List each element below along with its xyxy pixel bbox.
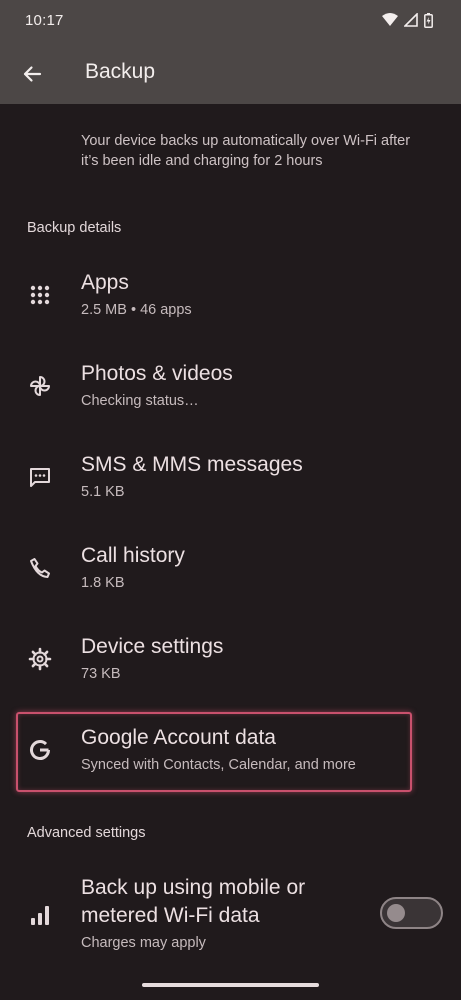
item-subtitle: 2.5 MB • 46 apps [81, 302, 192, 318]
apps-grid-icon [24, 279, 56, 311]
signal-bars-icon [24, 899, 56, 931]
backup-item-photos-videos[interactable]: Photos & videos Checking status… [0, 352, 461, 422]
backup-item-apps[interactable]: Apps 2.5 MB • 46 apps [0, 262, 461, 332]
google-icon [24, 734, 56, 766]
backup-item-sms-mms[interactable]: SMS & MMS messages 5.1 KB [0, 443, 461, 513]
status-time: 10:17 [25, 11, 64, 29]
mobile-data-toggle[interactable] [380, 897, 443, 929]
status-icons [382, 12, 433, 28]
item-subtitle: 73 KB [81, 666, 121, 682]
backup-item-call-history[interactable]: Call history 1.8 KB [0, 534, 461, 604]
item-subtitle: 5.1 KB [81, 484, 125, 500]
message-icon [24, 461, 56, 493]
battery-charging-icon [424, 12, 433, 28]
item-title: Apps [81, 271, 129, 294]
status-bar: 10:17 [0, 0, 461, 40]
toggle-knob [387, 904, 405, 922]
setting-subtitle: Charges may apply [81, 935, 206, 951]
item-title: Call history [81, 544, 185, 567]
item-subtitle: 1.8 KB [81, 575, 125, 591]
arrow-back-icon [23, 66, 42, 82]
pinwheel-icon [24, 370, 56, 402]
section-header-backup-details: Backup details [27, 220, 122, 236]
setting-title-line1: Back up using mobile or [81, 876, 306, 899]
back-button[interactable] [14, 56, 50, 92]
backup-item-device-settings[interactable]: Device settings 73 KB [0, 625, 461, 695]
section-header-advanced-settings: Advanced settings [27, 825, 146, 841]
gear-icon [24, 643, 56, 675]
item-title: Photos & videos [81, 362, 233, 385]
wifi-icon [382, 13, 398, 26]
page-title: Backup [85, 60, 156, 83]
setting-title-line2: metered Wi-Fi data [81, 904, 260, 927]
item-title: SMS & MMS messages [81, 453, 303, 476]
cell-signal-icon [404, 13, 418, 27]
backup-item-google-account-data[interactable]: Google Account data Synced with Contacts… [0, 716, 461, 786]
item-subtitle: Synced with Contacts, Calendar, and more [81, 757, 356, 773]
item-subtitle: Checking status… [81, 393, 199, 409]
top-app-bar: 10:17 Backup [0, 0, 461, 104]
phone-icon [24, 552, 56, 584]
backup-description: Your device backs up automatically over … [81, 133, 411, 169]
item-title: Google Account data [81, 726, 276, 749]
gesture-nav-handle[interactable] [142, 983, 319, 987]
item-title: Device settings [81, 635, 224, 658]
